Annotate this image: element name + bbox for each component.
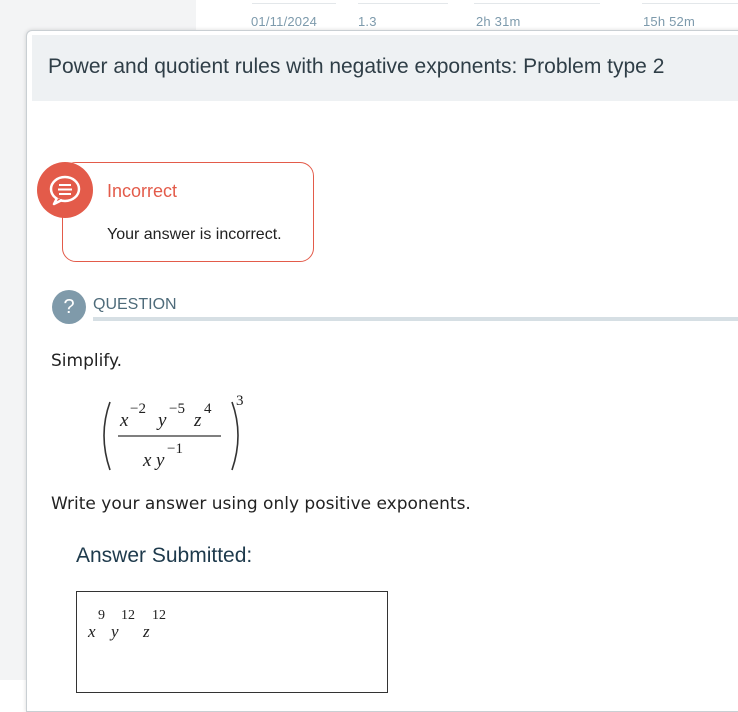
numerator-exp-y: −5 [169, 401, 185, 417]
stat-time: 2h 31m [476, 14, 521, 29]
numerator-base-z: z [194, 410, 202, 431]
feedback-status: Incorrect [107, 181, 178, 201]
question-divider [93, 317, 738, 321]
answer-exp-z: 12 [152, 608, 166, 623]
stat-date: 01/11/2024 [251, 14, 318, 29]
answer-box: x 9 y 12 z 12 [76, 591, 388, 693]
answer-base-x: x [88, 622, 96, 641]
numerator-exp-z: 4 [204, 401, 212, 417]
question-mark-icon: ? [52, 290, 86, 324]
denominator-base-x: x [143, 450, 152, 471]
stat-total-time: 15h 52m [643, 14, 695, 29]
chat-bubble-icon [37, 162, 93, 218]
numerator-exp-x: −2 [130, 401, 146, 417]
stat-divider [252, 3, 336, 4]
submitted-answer: x 9 y 12 z 12 [88, 608, 208, 648]
stat-divider [642, 3, 738, 4]
denominator-exp-y: −1 [167, 441, 183, 457]
math-expression: x −2 y −5 z 4 x y −1 3 [98, 392, 258, 478]
answer-exp-x: 9 [98, 608, 105, 623]
feedback-box [62, 162, 314, 262]
panel-header: Power and quotient rules with negative e… [32, 35, 738, 101]
answer-base-z: z [143, 622, 150, 641]
numerator-base-x: x [120, 410, 129, 431]
feedback-message: Your answer is incorrect. [107, 226, 282, 243]
answer-title: Answer Submitted: [76, 544, 253, 567]
panel-title: Power and quotient rules with negative e… [48, 55, 665, 78]
outer-exponent: 3 [236, 393, 244, 409]
stat-divider [358, 3, 448, 4]
answer-instruction: Write your answer using only positive ex… [51, 494, 471, 514]
stat-score: 1.3 [358, 14, 377, 29]
question-label: QUESTION [93, 296, 177, 313]
answer-base-y: y [111, 622, 119, 641]
answer-exp-y: 12 [121, 608, 135, 623]
question-prompt: Simplify. [51, 351, 123, 371]
numerator-base-y: y [158, 410, 167, 431]
stat-divider [474, 3, 600, 4]
denominator-base-y: y [156, 450, 165, 471]
